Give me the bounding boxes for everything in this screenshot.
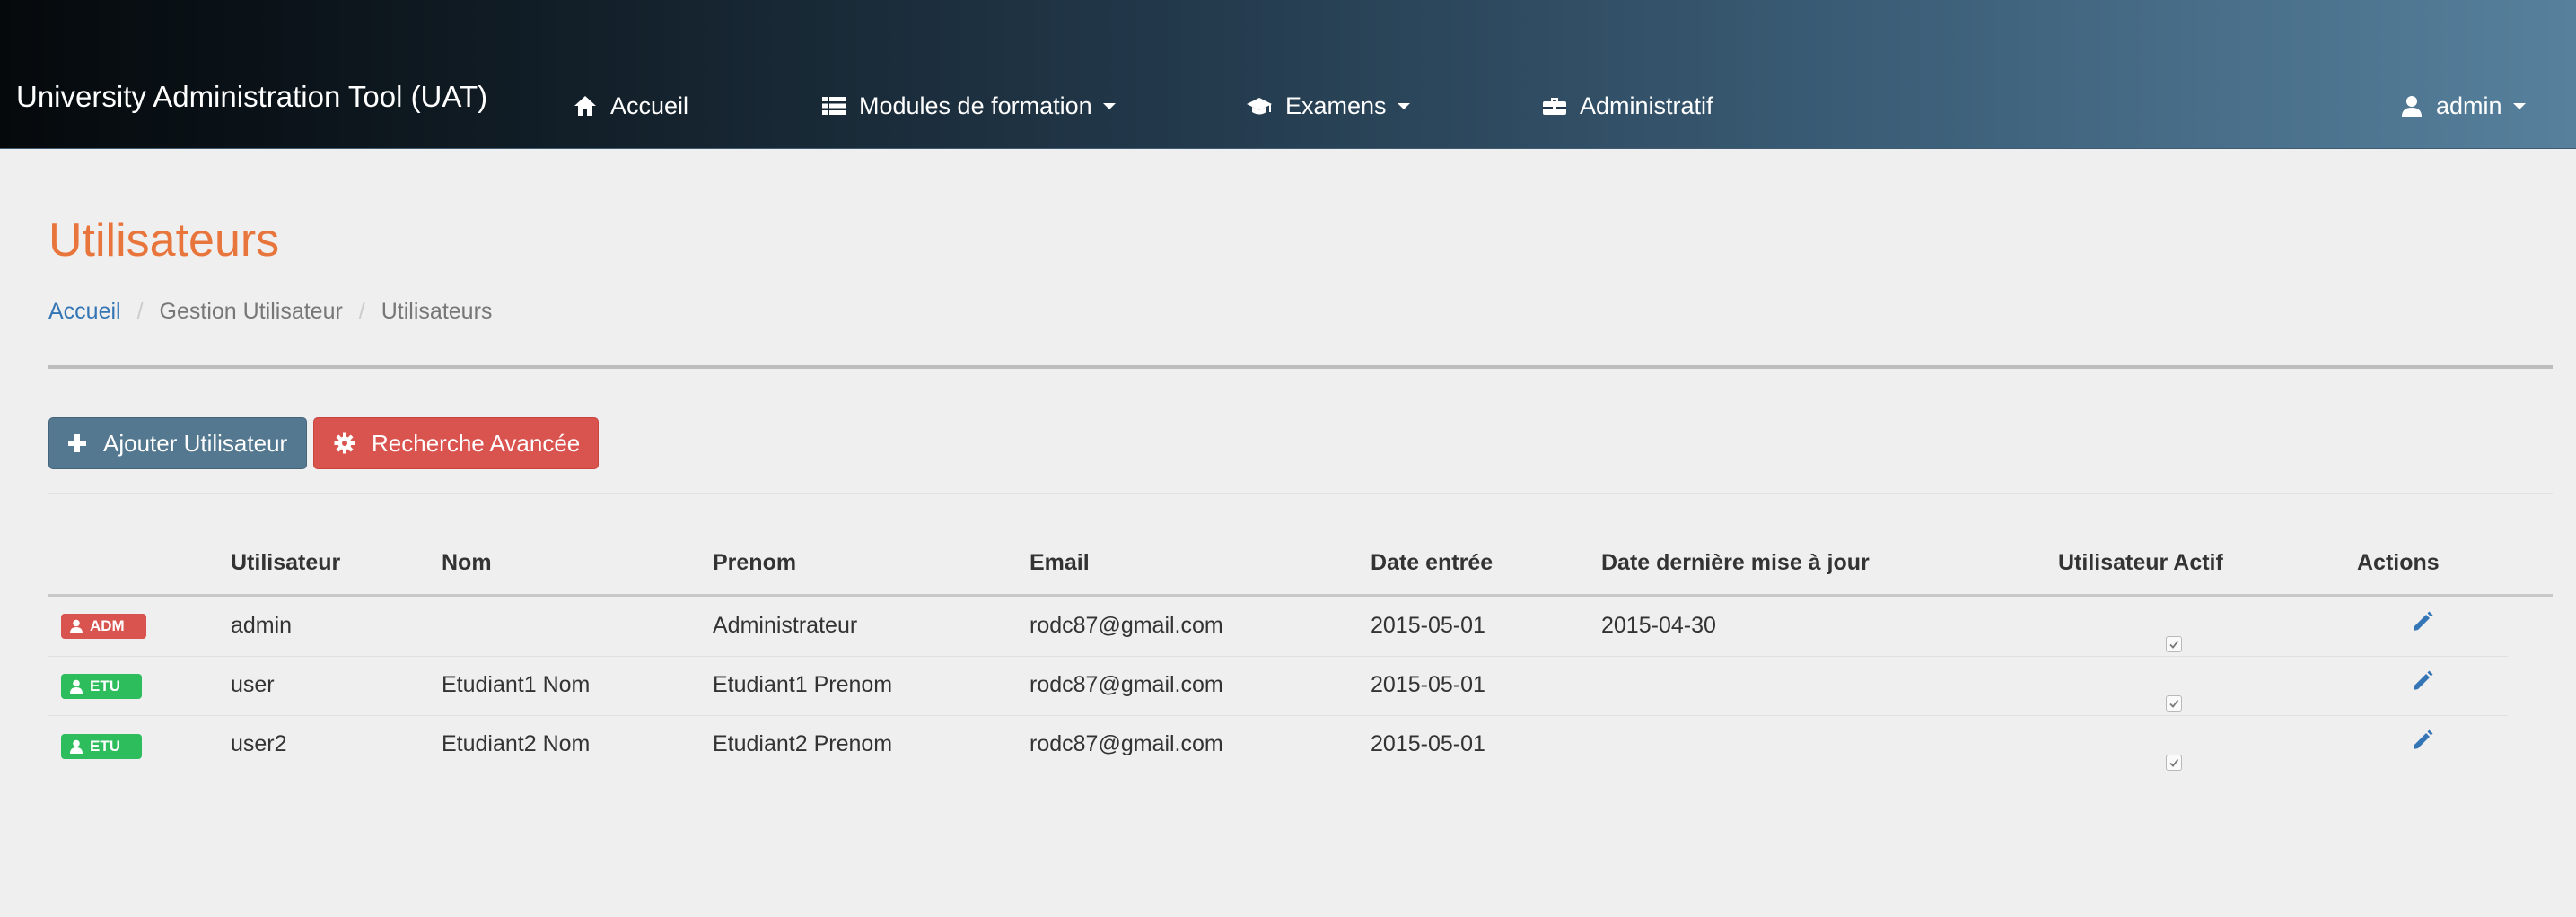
role-badge-label: ETU <box>90 738 120 755</box>
nav-accueil[interactable]: Accueil <box>573 88 688 124</box>
graduation-cap-icon <box>1247 98 1272 115</box>
user-icon <box>2402 96 2422 117</box>
user-icon <box>70 679 83 694</box>
cell-utilisateur: admin <box>231 613 293 638</box>
cell-nom: Etudiant2 Nom <box>442 731 591 756</box>
briefcase-icon <box>1543 98 1566 115</box>
cell-nom: Etudiant1 Nom <box>442 672 591 697</box>
role-badge-label: ETU <box>90 677 120 694</box>
column-header-prenom[interactable]: Prenom <box>713 546 796 579</box>
cell-utilisateur: user2 <box>231 731 287 756</box>
cell-date-entree: 2015-05-01 <box>1371 731 1485 756</box>
user-icon <box>70 739 83 754</box>
page-title: Utilisateurs <box>48 214 280 266</box>
table-header-divider <box>48 594 2553 597</box>
add-user-label: Ajouter Utilisateur <box>103 429 288 457</box>
edit-icon[interactable] <box>2411 669 2434 693</box>
cell-prenom: Administrateur <box>713 613 858 638</box>
breadcrumb-gestion-utilisateur: Gestion Utilisateur <box>159 299 343 324</box>
cell-prenom: Etudiant2 Prenom <box>713 731 893 756</box>
role-badge-etu: ETU <box>61 674 142 699</box>
checkmark-icon <box>2169 758 2179 767</box>
row-divider <box>48 715 2508 716</box>
checkmark-icon <box>2169 640 2179 649</box>
checkmark-icon <box>2169 699 2179 708</box>
header-divider <box>48 365 2553 369</box>
cell-email: rodc87@gmail.com <box>1030 731 1223 756</box>
chevron-down-icon <box>2512 102 2526 109</box>
nav-examens-label: Examens <box>1285 92 1387 119</box>
cell-date-entree: 2015-05-01 <box>1371 672 1485 697</box>
active-checkbox[interactable] <box>2166 695 2182 712</box>
row-divider <box>48 656 2508 657</box>
list-icon <box>822 97 846 115</box>
cell-email: rodc87@gmail.com <box>1030 672 1223 697</box>
column-header-utilisateur[interactable]: Utilisateur <box>231 546 340 579</box>
cell-email: rodc87@gmail.com <box>1030 613 1223 638</box>
role-badge-adm: ADM <box>61 614 146 639</box>
nav-modules-label: Modules de formation <box>859 92 1092 119</box>
edit-icon[interactable] <box>2411 610 2434 633</box>
home-icon <box>574 96 596 116</box>
nav-examens[interactable]: Examens <box>1246 88 1410 124</box>
edit-icon[interactable] <box>2411 729 2434 752</box>
role-badge-label: ADM <box>90 617 125 634</box>
cell-date-entree: 2015-05-01 <box>1371 613 1485 638</box>
nav-modules-de-formation[interactable]: Modules de formation <box>821 88 1116 124</box>
column-header-utilisateur-actif[interactable]: Utilisateur Actif <box>2058 546 2223 579</box>
breadcrumb: Accueil / Gestion Utilisateur / Utilisat… <box>48 295 492 328</box>
nav-accueil-label: Accueil <box>610 92 689 119</box>
column-header-email[interactable]: Email <box>1030 546 1090 579</box>
nav-administratif-label: Administratif <box>1580 92 1713 119</box>
chevron-down-icon <box>1102 102 1116 109</box>
column-header-date-maj[interactable]: Date dernière mise à jour <box>1601 546 1870 579</box>
user-icon <box>70 619 83 633</box>
chevron-down-icon <box>1397 102 1410 109</box>
column-header-actions: Actions <box>2357 550 2440 575</box>
advanced-search-label: Recherche Avancée <box>372 429 581 457</box>
user-menu-label: admin <box>2436 92 2502 119</box>
cell-prenom: Etudiant1 Prenom <box>713 672 893 697</box>
breadcrumb-separator: / <box>358 299 365 324</box>
breadcrumb-accueil[interactable]: Accueil <box>48 295 121 328</box>
app-brand[interactable]: University Administration Tool (UAT) <box>16 79 487 115</box>
toolbar-divider <box>48 493 2553 494</box>
add-user-button[interactable]: Ajouter Utilisateur <box>48 417 307 469</box>
plus-icon <box>68 434 86 452</box>
active-checkbox[interactable] <box>2166 755 2182 771</box>
breadcrumb-separator: / <box>136 299 144 324</box>
role-badge-etu: ETU <box>61 734 142 759</box>
cell-date-maj: 2015-04-30 <box>1601 613 1716 638</box>
user-menu[interactable]: admin <box>2400 88 2526 124</box>
top-navbar: University Administration Tool (UAT) Acc… <box>0 0 2576 149</box>
cell-utilisateur: user <box>231 672 275 697</box>
breadcrumb-current: Utilisateurs <box>381 299 493 324</box>
nav-administratif[interactable]: Administratif <box>1542 88 1713 124</box>
advanced-search-button[interactable]: Recherche Avancée <box>313 417 599 469</box>
gear-icon <box>334 432 355 454</box>
column-header-date-entree[interactable]: Date entrée <box>1371 546 1493 579</box>
active-checkbox[interactable] <box>2166 636 2182 652</box>
column-header-nom[interactable]: Nom <box>442 546 492 579</box>
